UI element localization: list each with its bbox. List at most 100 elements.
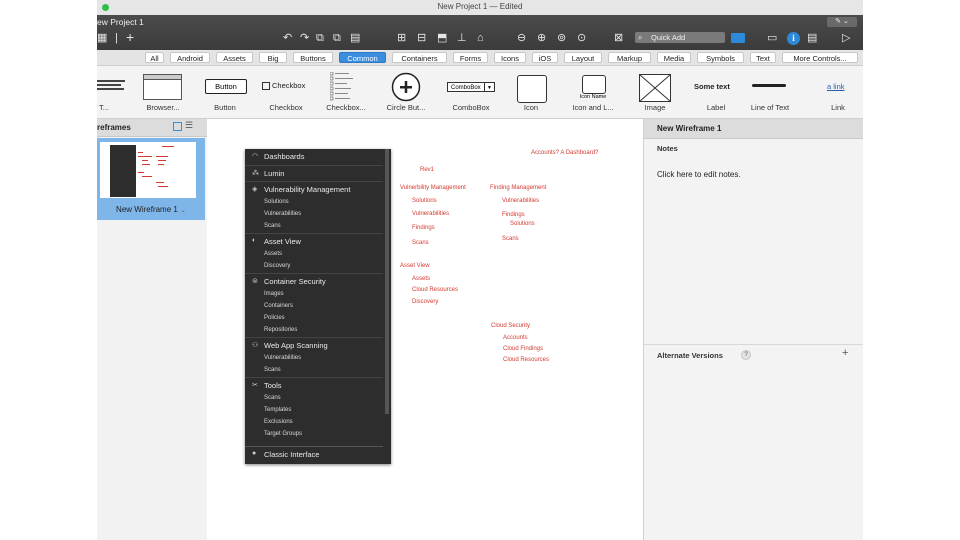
filter-tab-all[interactable]: All (145, 52, 164, 63)
note-vm-item[interactable]: Vulnerabilities (412, 211, 449, 217)
note-av-item[interactable]: Discovery (412, 299, 438, 305)
note-cs-item[interactable]: Cloud Resources (503, 357, 549, 363)
note-fm-item[interactable]: Findings (502, 212, 525, 218)
mock-nav-sub-images[interactable]: Images (264, 291, 284, 297)
ungroup-icon[interactable]: ⊟ (417, 32, 426, 44)
help-icon[interactable]: ? (741, 350, 751, 360)
zoom-fit-icon[interactable]: ⊚ (557, 32, 566, 44)
group-icon[interactable]: ⊞ (397, 32, 406, 44)
grid-icon[interactable]: ▦ (97, 32, 107, 44)
title-bar: New Project 1 — Edited (97, 0, 863, 16)
note-av-item[interactable]: Cloud Resources (412, 287, 458, 293)
notes-icon[interactable]: ▤ (807, 32, 817, 44)
note-rev[interactable]: Rev1 (420, 167, 434, 173)
quick-add-input[interactable]: ⌕ Quick Add (635, 32, 725, 43)
wireframe-thumbnail-preview (110, 145, 174, 197)
filter-tab-buttons[interactable]: Buttons (293, 52, 333, 63)
filter-tab-more-controls[interactable]: More Controls... (782, 52, 858, 63)
plus-icon[interactable]: + (126, 30, 134, 44)
note-accounts[interactable]: Accounts? A Dashboard? (531, 150, 598, 156)
mock-nav-label: Tools (264, 381, 282, 390)
note-fm-item[interactable]: Scans (502, 236, 519, 242)
filter-tab-common[interactable]: Common (339, 52, 386, 63)
mock-nav-sub-vulnerabilities[interactable]: Vulnerabilities (264, 211, 301, 217)
mock-nav-label: Vulnerability Management (264, 185, 351, 194)
mock-nav-sub-repositories[interactable]: Repositories (264, 327, 297, 333)
mock-nav-sub-assets[interactable]: Assets (264, 251, 282, 257)
fullscreen-icon[interactable]: ⊠ (614, 32, 623, 44)
align-icon[interactable]: ⊥ (457, 32, 467, 44)
note-vm-item[interactable]: Scans (412, 240, 429, 246)
mock-navigation-sidebar[interactable]: ◠ Dashboards ⁂ Lumin ◈ Vulnerability Man… (245, 149, 391, 464)
filter-tab-markup[interactable]: Markup (608, 52, 651, 63)
paste-icon[interactable]: ⧉ (333, 32, 341, 44)
mock-nav-sub-scans[interactable]: Scans (264, 395, 281, 401)
mock-nav-sub-scans[interactable]: Scans (264, 223, 281, 229)
filter-tab-text[interactable]: Text (750, 52, 776, 63)
mock-nav-lumin[interactable]: ⁂ Lumin (245, 165, 383, 181)
wireframe-title[interactable]: New Wireframe 1 (657, 124, 721, 133)
pen-button[interactable]: ✎ ⌄ (827, 17, 857, 27)
mock-nav-sub-discovery[interactable]: Discovery (264, 263, 290, 269)
mock-nav-tools[interactable]: ✂ Tools (245, 377, 383, 393)
undo-icon[interactable]: ↶ (283, 32, 292, 44)
filter-tab-layout[interactable]: Layout (564, 52, 602, 63)
note-av-title[interactable]: Asset View (400, 263, 430, 269)
filter-tab-assets[interactable]: Assets (216, 52, 253, 63)
note-fm-item[interactable]: Solutions (510, 221, 535, 227)
filter-tab-ios[interactable]: iOS (532, 52, 558, 63)
mock-nav-vulnerability-management[interactable]: ◈ Vulnerability Management (245, 181, 383, 197)
list-view-icon[interactable]: ☰ (185, 120, 193, 131)
note-vm-title[interactable]: Vulnerbility Management (400, 185, 466, 191)
present-icon[interactable]: ▷ (842, 32, 850, 44)
browser-window-preview (143, 74, 182, 100)
copy-icon[interactable]: ⧉ (316, 32, 324, 44)
mock-nav-asset-view[interactable]: ◐ Asset View (245, 233, 383, 249)
add-version-button[interactable]: + (842, 347, 848, 359)
filter-tab-containers[interactable]: Containers (392, 52, 447, 63)
button-preview: Button (205, 79, 247, 94)
wireframe-canvas[interactable]: ◠ Dashboards ⁂ Lumin ◈ Vulnerability Man… (207, 119, 643, 540)
mock-nav-dashboards[interactable]: ◠ Dashboards (245, 149, 383, 164)
filter-tab-forms[interactable]: Forms (453, 52, 488, 63)
mock-nav-sub-target-groups[interactable]: Target Groups (264, 431, 302, 437)
mock-nav-sub-policies[interactable]: Policies (264, 315, 285, 321)
note-cs-title[interactable]: Cloud Security (491, 323, 530, 329)
wireframe-name: New Wireframe 1 (116, 205, 178, 214)
zoom-in-icon[interactable]: ⊕ (537, 32, 546, 44)
mock-nav-container-security[interactable]: ⊜ Container Security (245, 273, 383, 289)
note-cs-item[interactable]: Cloud Findings (503, 346, 543, 352)
note-cs-item[interactable]: Accounts (503, 335, 528, 341)
note-vm-item[interactable]: Findings (412, 225, 435, 231)
info-icon[interactable]: i (787, 32, 800, 45)
comment-icon[interactable]: ▭ (767, 32, 777, 44)
filter-tab-icons[interactable]: Icons (494, 52, 526, 63)
thumbnail-view-icon[interactable] (173, 122, 182, 131)
mock-nav-sub-solutions[interactable]: Solutions (264, 199, 289, 205)
mock-nav-sub-containers[interactable]: Containers (264, 303, 293, 309)
wireframe-thumbnail-selected[interactable]: New Wireframe 1 ⌄ (97, 138, 205, 220)
filter-tab-android[interactable]: Android (170, 52, 210, 63)
mock-nav-sub-vulnerabilities[interactable]: Vulnerabilities (264, 355, 301, 361)
filter-tab-media[interactable]: Media (657, 52, 691, 63)
zoom-actual-icon[interactable]: ⊙ (577, 32, 586, 44)
redo-icon[interactable]: ↷ (300, 32, 309, 44)
note-fm-title[interactable]: Finding Management (490, 185, 546, 191)
filter-tab-big[interactable]: Big (259, 52, 287, 63)
quick-add-toggle-button[interactable] (731, 33, 745, 43)
note-vm-item[interactable]: Solutions (412, 198, 437, 204)
mock-nav-sub-templates[interactable]: Templates (264, 407, 291, 413)
note-fm-item[interactable]: Vulnerabilities (502, 198, 539, 204)
mock-nav-sub-scans[interactable]: Scans (264, 367, 281, 373)
bring-front-icon[interactable]: ⬒ (437, 32, 447, 44)
lock-icon[interactable]: ⌂ (477, 32, 484, 44)
mock-nav-classic-interface[interactable]: ● Classic Interface (245, 446, 383, 462)
mock-nav-sub-exclusions[interactable]: Exclusions (264, 419, 293, 425)
mock-nav-web-app-scanning[interactable]: ⚇ Web App Scanning (245, 337, 383, 353)
clipboard-icon[interactable]: ▤ (350, 32, 360, 44)
zoom-out-icon[interactable]: ⊖ (517, 32, 526, 44)
filter-tab-symbols[interactable]: Symbols (697, 52, 744, 63)
note-av-item[interactable]: Assets (412, 276, 430, 282)
notes-edit-area[interactable]: Click here to edit notes. (657, 170, 741, 179)
chevron-down-icon[interactable]: ⌄ (180, 207, 186, 214)
